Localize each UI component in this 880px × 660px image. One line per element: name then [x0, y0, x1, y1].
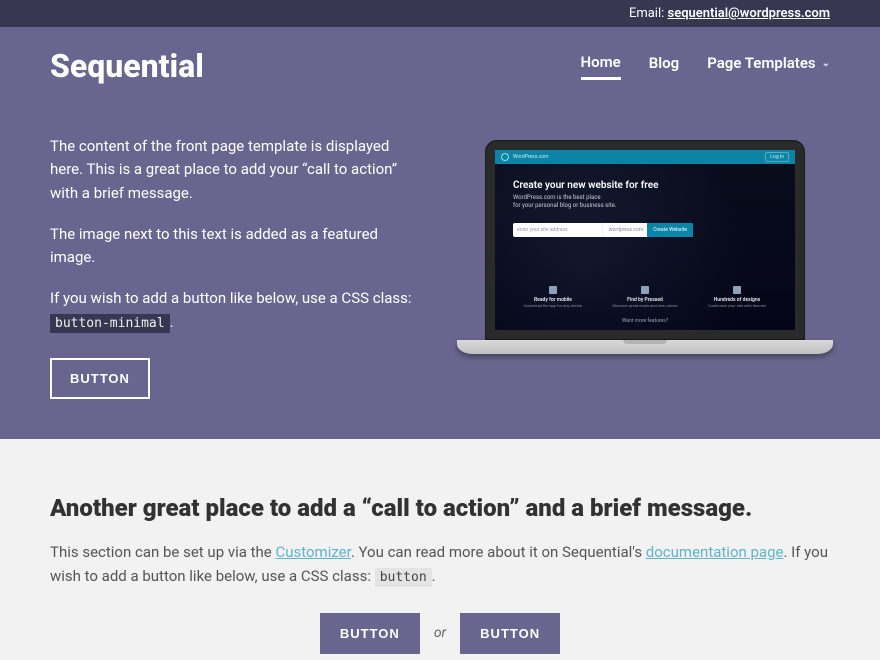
email-label: Email:: [629, 6, 664, 21]
cta-code: button: [375, 568, 432, 587]
search-icon: [641, 286, 649, 294]
hero-section: Sequential Home Blog Page Templates ⌄ Th…: [0, 27, 880, 439]
mobile-icon: [549, 286, 557, 294]
main-nav: Home Blog Page Templates ⌄: [581, 53, 830, 80]
hero-content: The content of the front page template i…: [50, 115, 830, 399]
hero-p1: The content of the front page template i…: [50, 135, 420, 205]
customizer-link[interactable]: Customizer: [275, 543, 350, 561]
email-link[interactable]: sequential@wordpress.com: [668, 6, 830, 21]
hero-p2: The image next to this text is added as …: [50, 223, 420, 270]
hero-text: The content of the front page template i…: [50, 135, 420, 399]
hero-code: button-minimal: [50, 314, 170, 333]
laptop-mockup: WordPress.com Log In Create your new web…: [485, 140, 805, 354]
nav-page-templates[interactable]: Page Templates ⌄: [707, 54, 830, 78]
hero-button[interactable]: BUTTON: [50, 358, 150, 399]
nav-home[interactable]: Home: [581, 53, 621, 80]
cta-heading: Another great place to add a “call to ac…: [50, 494, 830, 522]
nav-page-templates-label: Page Templates: [707, 54, 815, 72]
hero-p3: If you wish to add a button like below, …: [50, 287, 420, 334]
or-text: or: [434, 625, 446, 641]
wordpress-logo-icon: [501, 153, 509, 161]
site-header: Sequential Home Blog Page Templates ⌄: [50, 27, 830, 115]
cta-section: Another great place to add a “call to ac…: [0, 439, 880, 660]
featured-image: WordPress.com Log In Create your new web…: [460, 135, 830, 354]
cta-button-1[interactable]: BUTTON: [320, 613, 420, 654]
documentation-link[interactable]: documentation page: [646, 543, 784, 561]
chevron-down-icon: ⌄: [822, 58, 830, 69]
topbar: Email: sequential@wordpress.com: [0, 0, 880, 27]
cta-button-2[interactable]: BUTTON: [460, 613, 560, 654]
theme-icon: [733, 286, 741, 294]
nav-blog[interactable]: Blog: [649, 54, 679, 78]
cta-button-row: BUTTON or BUTTON: [50, 613, 830, 654]
site-title[interactable]: Sequential: [50, 47, 204, 85]
cta-text: This section can be set up via the Custo…: [50, 540, 830, 589]
